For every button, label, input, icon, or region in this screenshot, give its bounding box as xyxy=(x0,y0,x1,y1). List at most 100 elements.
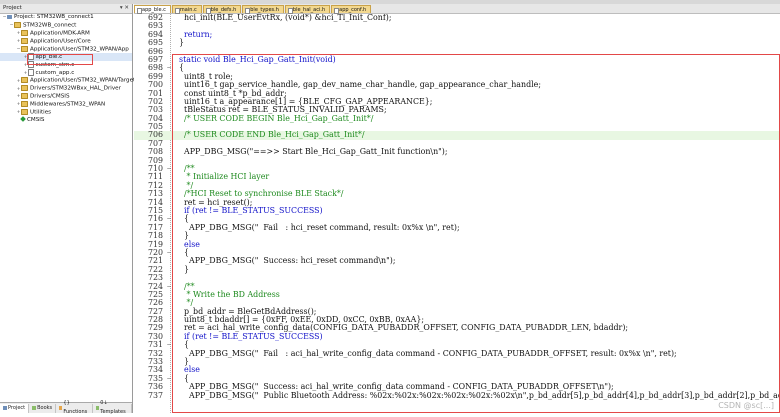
code-line: 715 if (ret != BLE_STATUS_SUCCESS) xyxy=(134,206,780,215)
code-line: 730 if (ret != BLE_STATUS_SUCCESS) xyxy=(134,331,780,341)
panel-tab-label: Books xyxy=(37,404,53,411)
code-line: 719 else xyxy=(134,240,780,249)
tree-item[interactable]: + Application/User/Core xyxy=(0,37,132,46)
tree-item-label: Utilities xyxy=(30,109,52,116)
code-line: 693 xyxy=(134,21,780,30)
panel-tab[interactable]: {} Functions xyxy=(56,400,94,415)
tree-item-label: Middlewares/STM32_WPAN xyxy=(30,101,106,108)
line-number: 737 xyxy=(147,390,163,400)
tree-item-label: Application/User/STM32_WPAN/App xyxy=(30,46,129,53)
code-line: 711 * Initialize HCI layer xyxy=(134,173,780,182)
editor-tab[interactable]: app_conf.h xyxy=(331,5,372,14)
code-text: APP_DBG_MSG(" Fail : hci_reset command, … xyxy=(174,222,460,232)
code-line: 723 xyxy=(134,273,780,282)
tree-item[interactable]: − Application/User/STM32_WPAN/App xyxy=(0,45,132,54)
panel-tab[interactable]: 0↓ Templates xyxy=(93,400,132,415)
panel-tab-label: {} Functions xyxy=(63,400,88,415)
tree-item[interactable]: + Drivers/STM32WBxx_HAL_Driver xyxy=(0,85,132,93)
panel-tab-icon xyxy=(59,406,63,410)
tree-item[interactable]: + Middlewares/STM32_WPAN xyxy=(0,100,132,109)
editor-tab-bar: app_ble.c main.c ble_defs.h ble_types.h ble_… xyxy=(134,4,780,14)
tree-item[interactable]: + custom_app.c xyxy=(0,69,132,77)
project-tree: − Project: STM32WB_connect1− STM32WB_conne… xyxy=(0,14,136,125)
panel-tab-icon xyxy=(96,406,100,410)
project-icon xyxy=(7,14,12,19)
watermark: CSDN @sc[...] xyxy=(718,401,774,410)
panel-tab[interactable]: Project xyxy=(0,403,30,413)
editor-tab[interactable]: ble_types.h xyxy=(242,5,284,14)
code-line: 725 * Write the BD Address xyxy=(134,290,780,299)
code-line: 734 else xyxy=(134,365,780,374)
editor-tab[interactable]: app_ble.c xyxy=(134,5,171,14)
fold-marker-icon[interactable]: − xyxy=(166,64,172,72)
fold-marker-icon[interactable]: − xyxy=(166,375,172,383)
folder-icon xyxy=(21,37,28,44)
file-icon xyxy=(28,53,34,60)
folder-icon xyxy=(21,77,28,84)
code-text: APP_DBG_MSG("==>> Start Ble_Hci_Gap_Gatt… xyxy=(174,147,448,157)
tree-item-label: CMSIS xyxy=(27,116,45,123)
editor-tab[interactable]: ble_defs.h xyxy=(202,5,242,14)
code-line: 704 /* USER CODE BEGIN Ble_Hci_Gap_Gatt_… xyxy=(134,114,780,123)
folder-icon xyxy=(21,29,28,36)
tree-item-label: Drivers/STM32WBxx_HAL_Driver xyxy=(30,85,121,92)
fold-marker-icon[interactable]: − xyxy=(166,283,172,291)
panel-tab-label: 0↓ Templates xyxy=(100,400,126,415)
tree-item[interactable]: + Drivers/CMSIS xyxy=(0,92,132,101)
tree-item[interactable]: − STM32WB_connect xyxy=(0,21,132,30)
project-panel: Project ▾ ✕ − Project: STM32WB_connect1− S… xyxy=(0,4,136,415)
fold-marker-icon[interactable]: − xyxy=(166,215,172,223)
cmsis-icon xyxy=(20,116,26,122)
code-text: } xyxy=(174,38,185,48)
code-line: 737 APP_DBG_MSG(" Public Bluetooth Addre… xyxy=(134,390,780,400)
fold-marker-icon[interactable]: − xyxy=(166,249,172,257)
code-editor[interactable]: 692 hci_init(BLE_UserEvtRx, (void*) &hci… xyxy=(134,14,780,413)
editor-tab[interactable]: main.c xyxy=(171,5,202,14)
tree-item[interactable]: + Application/User/STM32_WPAN/Target xyxy=(0,77,136,85)
code-text: APP_DBG_MSG(" Success: hci_reset command… xyxy=(174,256,396,266)
tree-item[interactable]: + app_ble.c xyxy=(0,53,132,62)
tree-item[interactable]: + Utilities xyxy=(0,108,132,117)
code-line: 695 } xyxy=(134,38,780,48)
tree-item-label: Application/MDK-ARM xyxy=(30,30,90,37)
tree-item[interactable]: − Project: STM32WB_connect1 xyxy=(0,14,132,22)
panel-tab[interactable]: Books xyxy=(29,403,57,413)
code-line: 732 APP_DBG_MSG(" Fail : aci_hal_write_c… xyxy=(134,348,780,358)
code-text: static void Ble_Hci_Gap_Gatt_Init(void) xyxy=(174,54,336,64)
code-line: 709 xyxy=(134,156,780,165)
fold-marker-icon[interactable]: − xyxy=(166,341,172,349)
tree-item-label: custom_stm.c xyxy=(35,62,75,69)
code-line: 706 /* USER CODE END Ble_Hci_Gap_Gatt_In… xyxy=(134,130,780,140)
folder-icon xyxy=(21,108,28,115)
tree-item-label: custom_app.c xyxy=(35,69,75,76)
code-line: 722 } xyxy=(134,264,780,274)
tree-item[interactable]: + custom_stm.c xyxy=(0,61,132,69)
tree-item[interactable]: + Application/MDK-ARM xyxy=(0,29,132,38)
panel-tab-icon xyxy=(32,406,37,410)
folder-icon xyxy=(21,45,28,52)
tree-item-label: Drivers/CMSIS xyxy=(30,93,70,100)
code-line: 694 return; xyxy=(134,30,780,39)
panel-tab-label: Project xyxy=(8,404,26,411)
code-text: APP_DBG_MSG(" Fail : aci_hal_write_confi… xyxy=(174,348,677,358)
code-text: } xyxy=(174,264,190,274)
folder-icon xyxy=(14,21,21,28)
code-lines: 692 hci_init(BLE_UserEvtRx, (void*) &hci… xyxy=(134,14,780,400)
tree-item-label: STM32WB_connect xyxy=(23,22,77,29)
code-text: if (ret != BLE_STATUS_SUCCESS) xyxy=(174,331,323,341)
code-line: 718 } xyxy=(134,231,780,240)
panel-close-icon[interactable]: ▾ ✕ xyxy=(120,4,129,13)
folder-icon xyxy=(21,92,28,99)
code-text: /* USER CODE END Ble_Hci_Gap_Gatt_Init*/ xyxy=(174,130,365,140)
code-line: 717 APP_DBG_MSG(" Fail : hci_reset comma… xyxy=(134,222,780,232)
code-line: 692 hci_init(BLE_UserEvtRx, (void*) &hci… xyxy=(134,14,780,22)
tree-item[interactable]: CMSIS xyxy=(0,116,132,125)
editor-tab[interactable]: ble_hal_aci.h xyxy=(284,5,331,14)
tree-item-label: Application/User/STM32_WPAN/Target xyxy=(30,77,136,84)
folder-icon xyxy=(21,100,28,107)
code-line: 721 APP_DBG_MSG(" Success: hci_reset com… xyxy=(134,256,780,266)
file-icon xyxy=(28,69,34,76)
code-line: 733 } xyxy=(134,357,780,366)
fold-marker-icon[interactable]: − xyxy=(166,165,172,173)
code-line: 697 static void Ble_Hci_Gap_Gatt_Init(vo… xyxy=(134,54,780,64)
